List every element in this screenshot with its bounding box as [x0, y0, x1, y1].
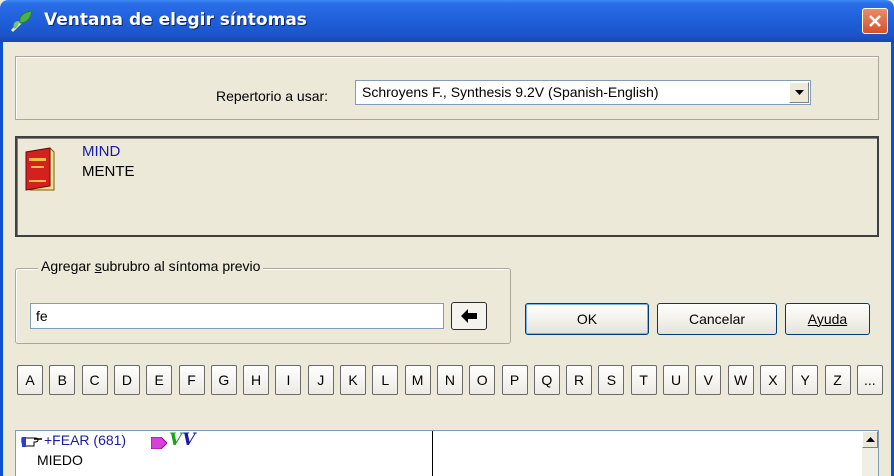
pointing-hand-icon [21, 437, 42, 447]
letter-button-s[interactable]: S [598, 365, 625, 395]
letter-button-g[interactable]: G [210, 365, 237, 395]
letter-button-a[interactable]: A [17, 365, 43, 395]
letter-button-more[interactable]: ... [856, 365, 883, 395]
letter-button-k[interactable]: K [340, 365, 366, 395]
scroll-up-button[interactable] [862, 431, 878, 448]
result-spanish: MIEDO [37, 452, 83, 468]
letter-button-d[interactable]: D [113, 365, 140, 395]
subrubric-group-label: Agregar subrubro al síntoma previo [38, 258, 264, 274]
ok-button[interactable]: OK [525, 303, 649, 335]
letter-button-l[interactable]: L [372, 365, 399, 395]
letter-button-m[interactable]: M [404, 365, 431, 395]
arrow-left-icon [461, 309, 477, 323]
letter-button-b[interactable]: B [49, 365, 76, 395]
rubric-spanish: MENTE [82, 163, 135, 180]
dropdown-button[interactable] [789, 82, 809, 103]
results-list[interactable] [15, 430, 879, 476]
grade-marks: VV [169, 430, 196, 450]
letter-button-i[interactable]: I [275, 365, 302, 395]
leaf-arrow-icon [10, 10, 33, 33]
column-divider [432, 431, 433, 476]
letter-button-z[interactable]: Z [824, 365, 851, 395]
chevron-up-icon [866, 437, 875, 442]
help-button[interactable]: Ayuda [785, 303, 870, 335]
letter-button-h[interactable]: H [243, 365, 270, 395]
repertory-label: Repertorio a usar: [216, 88, 329, 104]
title-bar: Ventana de elegir síntomas [0, 0, 894, 42]
back-arrow-button[interactable] [451, 302, 487, 330]
alphabet-bar: A B C D E F G H I J K L M N O P Q R S T U V W X Y Z... [17, 365, 883, 395]
letter-button-c[interactable]: C [81, 365, 108, 395]
close-icon [869, 15, 881, 27]
current-rubric-panel [15, 136, 879, 237]
cancel-button[interactable]: Cancelar [657, 303, 777, 335]
window-title: Ventana de elegir síntomas [44, 10, 307, 30]
close-button[interactable] [862, 8, 888, 34]
letter-button-u[interactable]: U [663, 365, 689, 395]
letter-button-x[interactable]: X [759, 365, 786, 395]
subrubric-search-input[interactable] [30, 303, 444, 329]
letter-button-v[interactable]: V [695, 365, 722, 395]
letter-button-n[interactable]: N [436, 365, 463, 395]
repertory-select[interactable]: Schroyens F., Synthesis 9.2V (Spanish-En… [355, 80, 811, 105]
letter-button-q[interactable]: Q [533, 365, 560, 395]
book-icon [25, 147, 55, 191]
result-english[interactable]: +FEAR (681) [44, 432, 126, 448]
letter-button-y[interactable]: Y [792, 365, 819, 395]
tag-icon [151, 437, 167, 449]
chevron-down-icon [795, 90, 804, 95]
letter-button-e[interactable]: E [146, 365, 173, 395]
letter-button-w[interactable]: W [727, 365, 754, 395]
letter-button-f[interactable]: F [178, 365, 205, 395]
letter-button-t[interactable]: T [630, 365, 657, 395]
letter-button-r[interactable]: R [566, 365, 593, 395]
rubric-english: MIND [82, 143, 121, 160]
letter-button-p[interactable]: P [501, 365, 528, 395]
letter-button-j[interactable]: J [307, 365, 334, 395]
repertory-selected-value: Schroyens F., Synthesis 9.2V (Spanish-En… [362, 84, 659, 100]
letter-button-o[interactable]: O [469, 365, 496, 395]
